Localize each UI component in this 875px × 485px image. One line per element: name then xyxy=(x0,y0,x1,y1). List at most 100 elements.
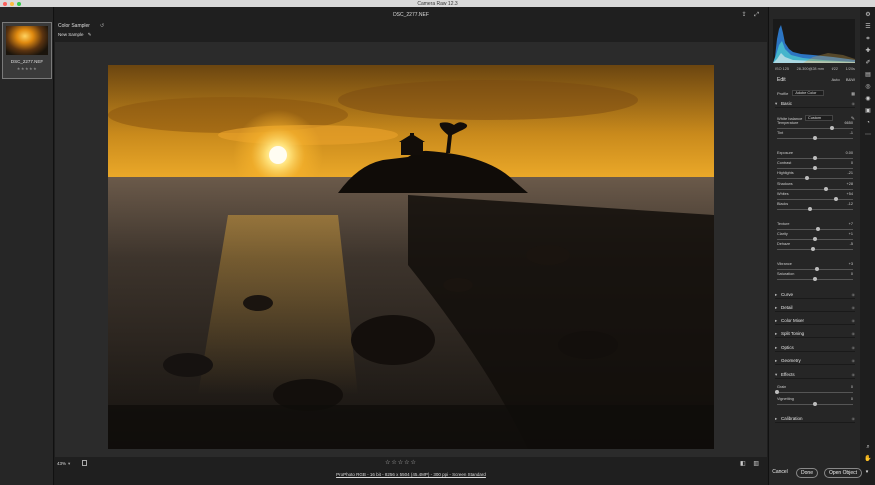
slider-handle[interactable] xyxy=(829,126,834,130)
chevron-down-icon[interactable]: ▾ xyxy=(863,468,871,478)
toggle-view-icon[interactable]: ▥ xyxy=(753,461,759,467)
workflow-options-link[interactable]: ProPhoto RGB - 16 bit - 8256 x 5504 (45.… xyxy=(55,472,767,477)
slider-value[interactable]: 0.00 xyxy=(846,151,853,155)
graduated-filter-icon[interactable]: ▤ xyxy=(864,71,872,79)
slider-handle[interactable] xyxy=(813,166,817,170)
slider-track[interactable] xyxy=(777,392,853,393)
crop-icon[interactable]: ⌗ xyxy=(864,35,872,43)
zoom-tool-icon[interactable]: ⌕ xyxy=(864,443,872,451)
reset-sampler-icon[interactable]: ↺ xyxy=(100,23,104,29)
slider-value[interactable]: +7 xyxy=(849,222,853,226)
slider-value[interactable]: 0 xyxy=(851,161,853,165)
slider-value[interactable]: +3 xyxy=(849,262,853,266)
effects-section-header[interactable]: ▾ Effects ◉ xyxy=(775,372,855,379)
auto-button[interactable]: Auto xyxy=(832,77,840,82)
new-sample-button[interactable]: New Sample ✎ xyxy=(58,32,110,38)
more-icon[interactable]: ⋯ xyxy=(864,131,872,139)
slider-texture[interactable]: Texture +7 xyxy=(777,222,853,232)
slider-handle[interactable] xyxy=(823,187,828,191)
slider-saturation[interactable]: Saturation 0 xyxy=(777,272,853,282)
slider-track[interactable] xyxy=(777,209,853,210)
visibility-eye-icon[interactable]: ◉ xyxy=(852,416,856,421)
visibility-eye-icon[interactable]: ◉ xyxy=(852,318,856,323)
slider-handle[interactable] xyxy=(805,176,810,180)
slider-handle[interactable] xyxy=(813,402,817,406)
slider-track[interactable] xyxy=(777,229,853,230)
slider-handle[interactable] xyxy=(775,390,779,394)
calibration-section-header[interactable]: ▸ Calibration ◉ xyxy=(775,416,855,423)
slider-value[interactable]: 0 xyxy=(851,385,853,389)
slider-track[interactable] xyxy=(777,189,853,190)
slider-temperature[interactable]: Temperature 6650 xyxy=(777,121,853,131)
visibility-eye-icon[interactable]: ◉ xyxy=(852,292,856,297)
slider-dehaze[interactable]: Dehaze -5 xyxy=(777,242,853,252)
slider-handle[interactable] xyxy=(808,207,813,211)
slider-track[interactable] xyxy=(777,199,853,200)
basic-section-header[interactable]: ▾ Basic ◉ xyxy=(775,101,855,108)
hand-tool-icon[interactable]: ✋ xyxy=(864,455,872,463)
save-icon[interactable]: ⇪ xyxy=(741,12,746,18)
slider-handle[interactable] xyxy=(811,247,816,251)
slider-value[interactable]: -5 xyxy=(850,242,853,246)
help-icon[interactable]: ⚙ xyxy=(864,11,872,19)
histogram[interactable] xyxy=(773,19,855,63)
section-header-optics[interactable]: ▸ Optics ◉ xyxy=(775,345,855,352)
fullscreen-icon[interactable]: ⤢ xyxy=(754,12,759,18)
bw-button[interactable]: B&W xyxy=(846,77,855,82)
slider-track[interactable] xyxy=(777,178,853,179)
slider-clarity[interactable]: Clarity +1 xyxy=(777,232,853,242)
visibility-eye-icon[interactable]: ◉ xyxy=(852,345,856,350)
section-header-color-mixer[interactable]: ▸ Color Mixer ◉ xyxy=(775,318,855,325)
slider-value[interactable]: 6650 xyxy=(845,121,853,125)
visibility-eye-icon[interactable]: ◉ xyxy=(852,331,856,336)
profile-dropdown[interactable]: Adobe Color xyxy=(792,90,825,96)
profile-browser-icon[interactable]: ▦ xyxy=(851,91,855,96)
slider-track[interactable] xyxy=(777,249,853,250)
done-button[interactable]: Done xyxy=(796,468,818,478)
slider-blacks[interactable]: Blacks -12 xyxy=(777,202,853,212)
slider-value[interactable]: 0 xyxy=(851,272,853,276)
preview-image[interactable] xyxy=(108,65,714,449)
before-after-icon[interactable]: ◧ xyxy=(740,461,746,467)
slider-whites[interactable]: Whites +54 xyxy=(777,192,853,202)
edit-sliders-icon[interactable]: ☰ xyxy=(864,23,872,31)
slider-track[interactable] xyxy=(777,128,853,129)
slider-handle[interactable] xyxy=(813,156,817,160)
slider-handle[interactable] xyxy=(813,136,817,140)
visibility-eye-icon[interactable]: ◉ xyxy=(852,101,856,106)
healing-icon[interactable]: ✚ xyxy=(864,47,872,55)
red-eye-icon[interactable]: ◉ xyxy=(864,95,872,103)
open-object-button[interactable]: Open Object xyxy=(824,468,862,478)
snapshots-icon[interactable]: ▣ xyxy=(864,107,872,115)
zoom-level-dropdown[interactable]: 43% ▾ xyxy=(57,461,70,467)
visibility-eye-icon[interactable]: ◉ xyxy=(852,372,856,377)
slider-value[interactable]: +28 xyxy=(847,182,853,186)
visibility-eye-icon[interactable]: ◉ xyxy=(852,358,856,363)
section-header-detail[interactable]: ▸ Detail ◉ xyxy=(775,305,855,312)
slider-value[interactable]: +1 xyxy=(849,232,853,236)
slider-handle[interactable] xyxy=(816,227,821,231)
slider-grain[interactable]: Grain 0 xyxy=(775,385,853,395)
slider-contrast[interactable]: Contrast 0 xyxy=(777,161,853,171)
rating-stars[interactable]: ☆☆☆☆☆ xyxy=(385,459,417,466)
fit-screen-icon[interactable] xyxy=(82,460,87,466)
section-header-curve[interactable]: ▸ Curve ◉ xyxy=(775,292,855,299)
slider-handle[interactable] xyxy=(813,237,817,241)
slider-vibrance[interactable]: Vibrance +3 xyxy=(777,262,853,272)
slider-value[interactable]: -12 xyxy=(848,202,854,206)
thumbnail-rating[interactable]: ★★★★★ xyxy=(3,66,51,71)
filmstrip-thumbnail[interactable]: DSC_2277.NEF ★★★★★ xyxy=(2,22,52,79)
section-header-split-toning[interactable]: ▸ Split Toning ◉ xyxy=(775,331,855,338)
slider-value[interactable]: +54 xyxy=(847,192,853,196)
radial-filter-icon[interactable]: ◎ xyxy=(864,83,872,91)
slider-shadows[interactable]: Shadows +28 xyxy=(777,182,853,192)
cancel-button[interactable]: Cancel xyxy=(770,468,790,478)
slider-highlights[interactable]: Highlights -21 xyxy=(777,171,853,181)
visibility-eye-icon[interactable]: ◉ xyxy=(852,305,856,310)
slider-exposure[interactable]: Exposure 0.00 xyxy=(777,151,853,161)
slider-handle[interactable] xyxy=(814,267,819,271)
slider-handle[interactable] xyxy=(813,277,817,281)
slider-value[interactable]: -1 xyxy=(850,131,853,135)
brush-icon[interactable]: ✐ xyxy=(864,59,872,67)
slider-tint[interactable]: Tint -1 xyxy=(777,131,853,141)
